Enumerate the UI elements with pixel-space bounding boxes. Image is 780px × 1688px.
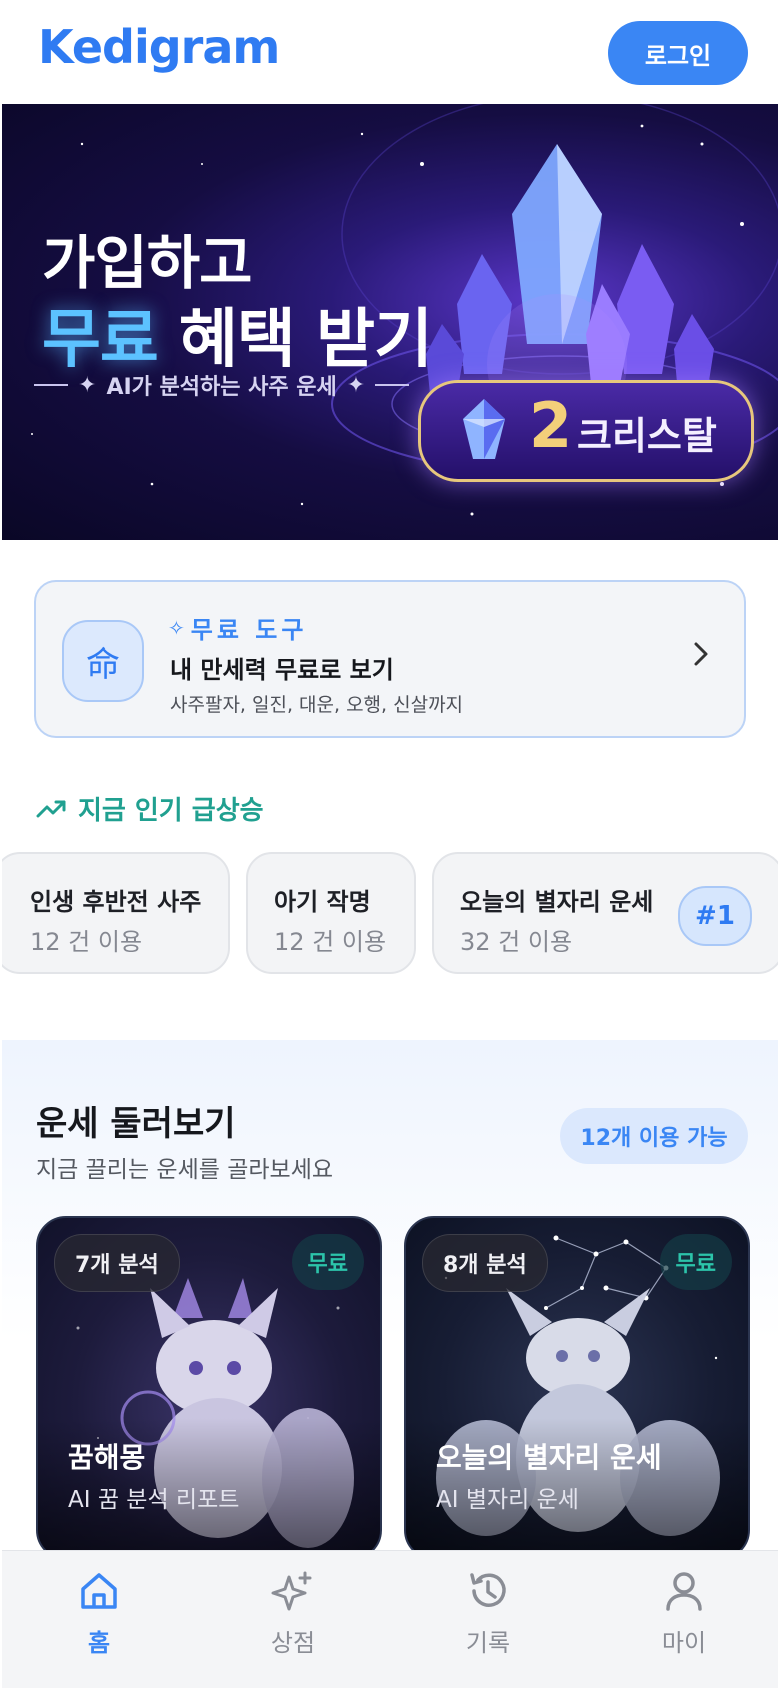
nav-history[interactable]: 기록	[428, 1569, 548, 1658]
promo-banner[interactable]: 가입하고 무료 혜택 받기 ✦ AI가 분석하는 사주 운세 ✦ 2 크리스탈	[2, 104, 778, 540]
fortune-card[interactable]: 7개 분석 무료 꿈해몽 AI 꿈 분석 리포트	[36, 1216, 382, 1560]
sparkle-icon: ✧	[168, 615, 185, 640]
browse-title: 운세 둘러보기	[36, 1104, 236, 1144]
trending-chip-count: 12 건 이용	[30, 928, 143, 956]
nav-store-label: 상점	[270, 1629, 316, 1657]
fortune-card[interactable]: 8개 분석 무료 오늘의 별자리 운세 AI 별자리 운세	[404, 1216, 750, 1560]
analysis-count-badge: 8개 분석	[422, 1234, 548, 1292]
divider	[375, 384, 410, 386]
banner-headline-rest: 혜택 받기	[179, 303, 433, 377]
trending-chip[interactable]: 아기 작명 12 건 이용	[246, 852, 416, 974]
divider	[34, 384, 68, 386]
user-icon	[666, 1572, 702, 1611]
free-tool-card[interactable]: 命 ✧ 무료 도구 내 만세력 무료로 보기 사주팔자, 일진, 대운, 오행,…	[34, 580, 746, 738]
free-tool-tag: ✧ 무료 도구	[168, 610, 307, 645]
history-icon	[470, 1573, 506, 1607]
free-tool-tag-label: 무료 도구	[190, 616, 308, 644]
fortune-card-subtitle: AI 꿈 분석 리포트	[68, 1487, 240, 1513]
browse-subtitle: 지금 끌리는 운세를 골라보세요	[36, 1157, 334, 1183]
trending-chip-title: 아기 작명	[274, 888, 371, 916]
analysis-count-badge: 7개 분석	[54, 1234, 180, 1292]
nav-home-label: 홈	[87, 1629, 111, 1657]
app-screen: Kedigram 로그인 가입하고 무료 혜택 받기 ✦ AI가 분석하는 사주…	[2, 0, 778, 1688]
chevron-right-icon	[694, 642, 708, 666]
free-badge: 무료	[291, 1234, 364, 1290]
crystal-reward-badge: 2 크리스탈	[418, 380, 754, 482]
crystal-count: 2	[529, 389, 573, 462]
app-logo[interactable]: Kedigram	[38, 20, 280, 74]
trending-chip-count: 32 건 이용	[460, 928, 573, 956]
destiny-icon: 命	[62, 620, 144, 702]
sparkle-icon: ✦	[78, 372, 97, 398]
nav-history-label: 기록	[465, 1629, 511, 1657]
bottom-navigation: 홈 상점 기록 마이	[2, 1550, 778, 1688]
crystal-label: 크리스탈	[577, 414, 717, 458]
trending-up-icon	[36, 800, 66, 817]
free-tool-description: 사주팔자, 일진, 대운, 오행, 신살까지	[170, 694, 464, 716]
trending-title: 지금 인기 급상승	[78, 796, 264, 826]
top-header: Kedigram 로그인	[2, 0, 778, 104]
rank-badge: #1	[678, 886, 752, 946]
fortune-card-subtitle: AI 별자리 운세	[436, 1487, 579, 1513]
banner-subtitle-row: ✦ AI가 분석하는 사주 운세 ✦	[34, 369, 410, 401]
available-count-pill[interactable]: 12개 이용 가능	[560, 1108, 748, 1164]
nav-my[interactable]: 마이	[624, 1569, 744, 1658]
trending-chip-count: 12 건 이용	[274, 928, 387, 956]
trending-chip-title: 오늘의 별자리 운세	[460, 888, 654, 916]
sparkle-icon: ✦	[346, 372, 366, 398]
trending-chip[interactable]: 오늘의 별자리 운세 32 건 이용 #1	[432, 852, 778, 974]
trending-header: 지금 인기 급상승	[36, 790, 264, 827]
free-tool-title: 내 만세력 무료로 보기	[170, 656, 394, 684]
banner-subtitle: AI가 분석하는 사주 운세	[106, 375, 337, 400]
crystal-icon	[463, 399, 505, 459]
home-icon	[81, 1573, 117, 1609]
nav-my-label: 마이	[661, 1629, 707, 1657]
free-badge: 무료	[659, 1234, 732, 1290]
nav-store[interactable]: 상점	[233, 1569, 353, 1658]
trending-chip[interactable]: 인생 후반전 사주 12 건 이용	[2, 852, 230, 974]
fortune-card-title: 오늘의 별자리 운세	[436, 1441, 662, 1474]
login-button[interactable]: 로그인	[608, 21, 748, 85]
nav-home[interactable]: 홈	[39, 1569, 159, 1658]
banner-headline-highlight: 무료	[42, 303, 159, 377]
banner-headline: 무료 혜택 받기	[42, 288, 433, 380]
fortune-card-title: 꿈해몽	[68, 1441, 146, 1474]
sparkle-icon	[271, 1571, 312, 1611]
trending-chip-title: 인생 후반전 사주	[30, 888, 202, 916]
